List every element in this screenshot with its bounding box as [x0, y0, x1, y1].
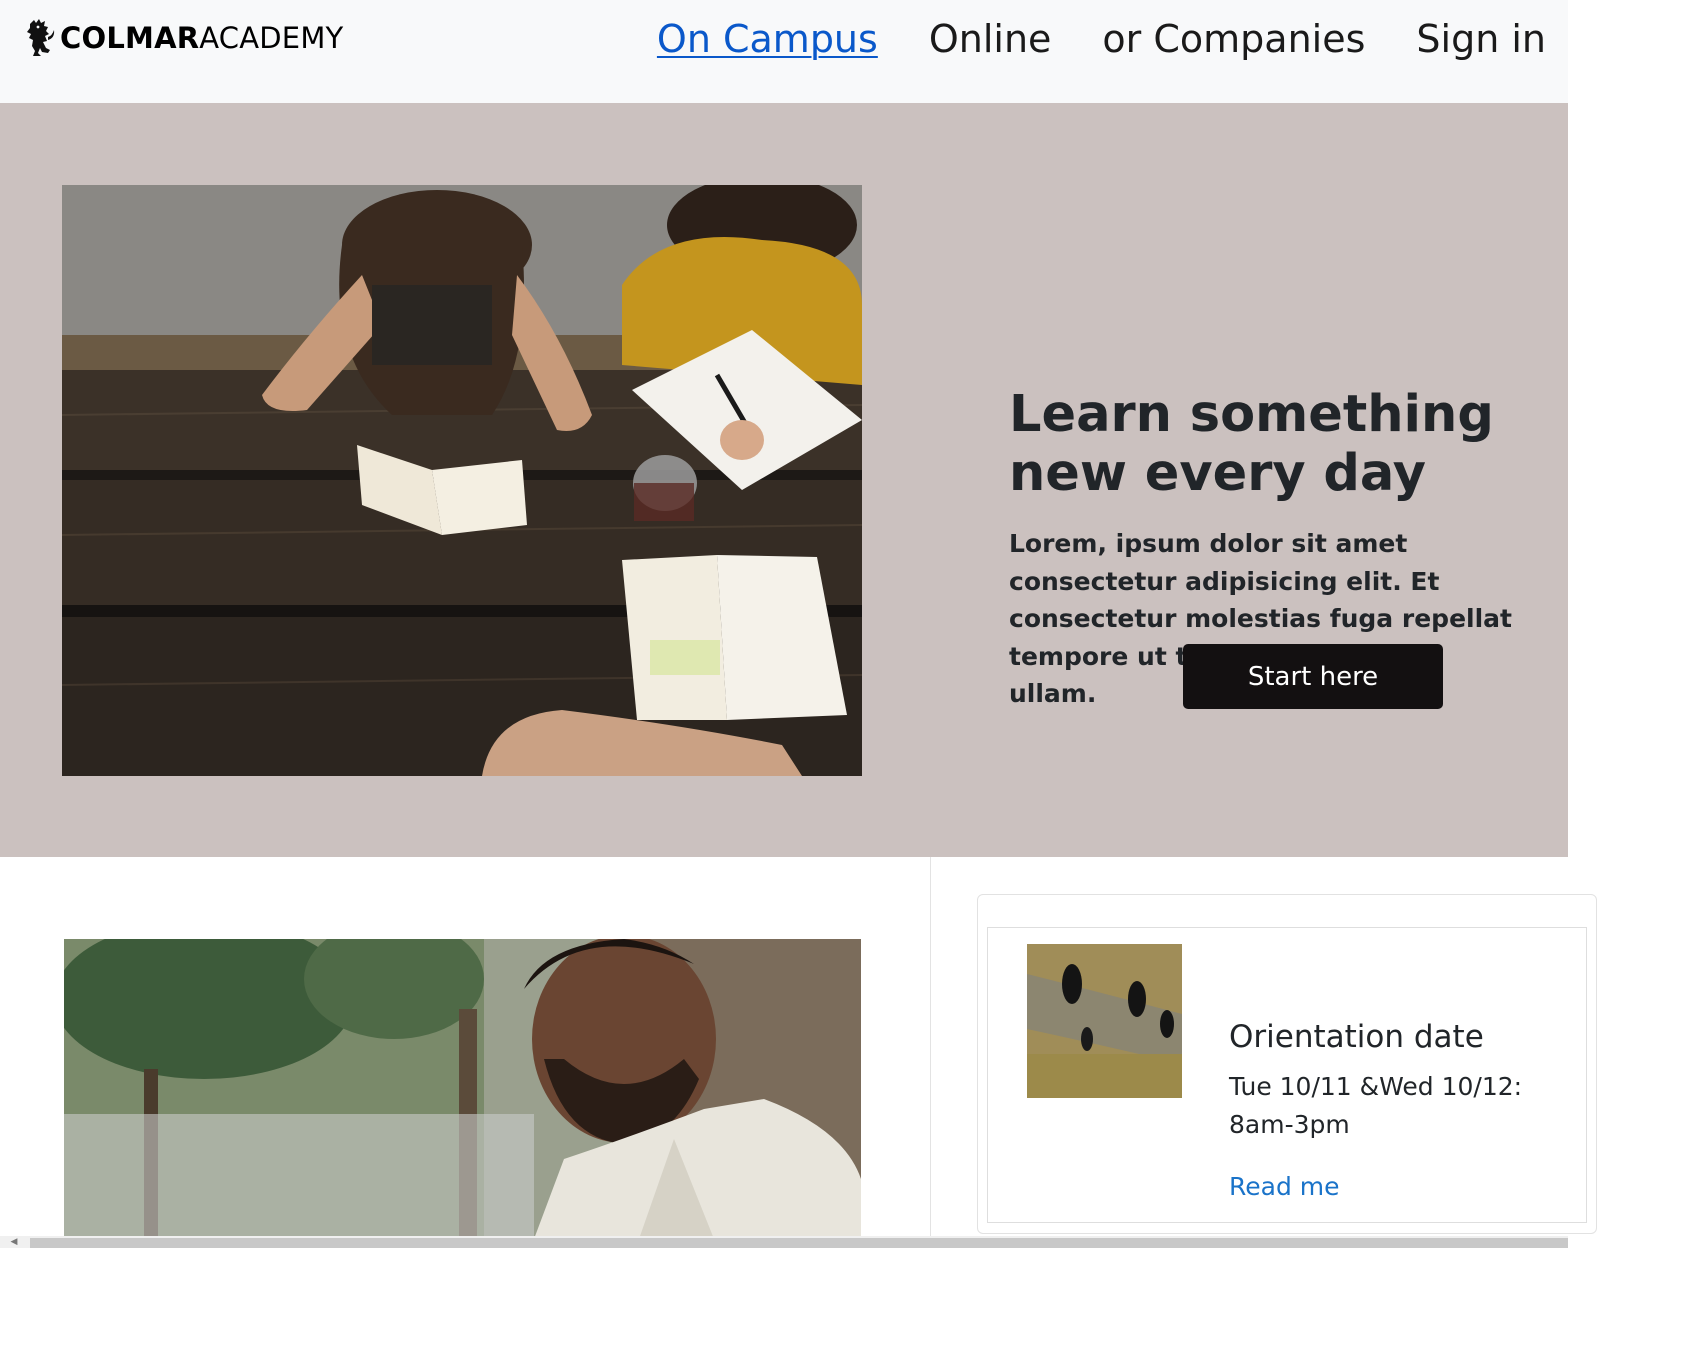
top-navbar: COLMAR ACADEMY On Campus Online or Compa… — [0, 0, 1568, 103]
feature-section — [0, 857, 931, 1239]
start-here-button[interactable]: Start here — [1183, 644, 1443, 709]
hero-title: Learn something new every day — [1009, 385, 1494, 503]
nav-for-companies[interactable]: or Companies — [1102, 14, 1365, 64]
hero-photo-illustration — [62, 185, 862, 776]
event-thumbnail-illustration — [1027, 944, 1182, 1098]
brand-name-bold: COLMAR — [60, 21, 200, 55]
hero-photo-students-studying — [62, 185, 862, 776]
feature-photo-smiling-man — [64, 939, 861, 1239]
event-thumbnail-photo — [1027, 944, 1182, 1098]
feature-photo-illustration — [64, 939, 861, 1239]
read-more-link[interactable]: Read me — [1229, 1168, 1340, 1206]
hero-section: Learn something new every day Lorem, ips… — [0, 103, 1568, 857]
main-nav: On Campus Online or Companies Sign in — [606, 14, 1546, 64]
event-date-text: Tue 10/11 &Wed 10/12: 8am-3pm — [1229, 1072, 1523, 1139]
scrollbar-thumb[interactable] — [30, 1238, 1568, 1248]
nav-online[interactable]: Online — [929, 14, 1052, 64]
nav-on-campus[interactable]: On Campus — [657, 14, 878, 64]
lion-rampant-icon — [27, 19, 55, 56]
scroll-left-arrow-icon[interactable]: ◀ — [0, 1236, 28, 1248]
brand-name-light: ACADEMY — [199, 21, 344, 55]
horizontal-scrollbar[interactable]: ◀ — [0, 1236, 1568, 1248]
brand-logo-link[interactable]: COLMAR ACADEMY — [24, 16, 343, 60]
event-title: Orientation date — [1229, 1019, 1484, 1055]
nav-sign-in[interactable]: Sign in — [1416, 14, 1546, 64]
